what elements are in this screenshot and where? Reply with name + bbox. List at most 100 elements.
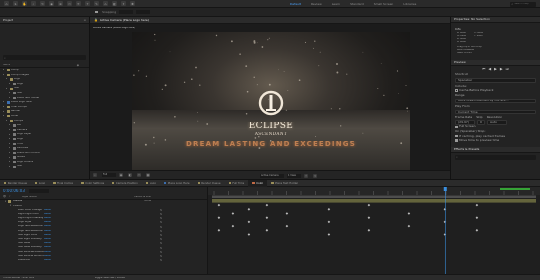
twirl-icon[interactable]: ▸ — [3, 115, 5, 117]
first-frame-icon[interactable]: ⏮ — [482, 67, 485, 71]
reset-link[interactable]: Reset — [44, 230, 64, 233]
workspace-tab-small-screen[interactable]: Small Screen — [369, 3, 399, 6]
timeline-tab[interactable]: Color Settings — [77, 180, 108, 187]
rotate-tool-icon[interactable]: ↻ — [40, 1, 45, 6]
reset-link[interactable]: Reset — [44, 217, 64, 220]
tool-option-field-2[interactable] — [136, 10, 151, 14]
timecode-display[interactable]: 0:00:06:03 — [3, 189, 25, 193]
select-tool-icon[interactable]: ➤ — [13, 1, 18, 6]
keyframe-marker[interactable] — [327, 233, 331, 236]
puppet-tool-icon[interactable]: ✱ — [130, 1, 135, 6]
reset-link[interactable]: Reset — [44, 221, 64, 224]
fx-icon[interactable]: fx — [160, 238, 163, 241]
previous-frame-icon[interactable]: ◀ — [488, 67, 491, 71]
name-column-header[interactable]: Name — [3, 64, 10, 67]
skip-field[interactable]: 0 — [477, 120, 485, 125]
eraser-tool-icon[interactable]: ◧ — [112, 1, 117, 6]
keyframe-marker[interactable] — [231, 224, 235, 228]
keyframe-marker[interactable] — [367, 216, 371, 219]
timeline-tab[interactable]: Place Logo Here — [160, 180, 193, 187]
view-layout-dropdown[interactable]: 1 View — [287, 173, 301, 178]
move-time-checkbox[interactable] — [455, 139, 458, 142]
keyframe-marker[interactable] — [443, 208, 447, 211]
hand-tool-icon[interactable]: ✋ — [22, 1, 27, 6]
project-item[interactable]: ▸ Text — [0, 164, 89, 169]
timeline-tab[interactable]: Final Comps — [49, 180, 77, 187]
range-dropdown[interactable]: Work Area Extended By Current... — [455, 98, 536, 104]
panel-menu-icon[interactable]: ≡ — [83, 18, 86, 22]
snapping-checkbox[interactable] — [95, 10, 98, 14]
fx-icon[interactable]: fx — [160, 226, 163, 229]
reset-link[interactable]: Reset — [44, 255, 64, 258]
timeline-tab[interactable]: Place Text Holder — [267, 180, 302, 187]
layer-search-input[interactable] — [28, 189, 49, 193]
twirl-icon[interactable]: ▸ — [6, 78, 8, 80]
workspace-tab-standard[interactable]: Standard — [345, 3, 369, 6]
stamp-tool-icon[interactable]: ⌂ — [103, 1, 108, 6]
keyframe-marker[interactable] — [407, 212, 411, 215]
keyframe-marker[interactable] — [367, 203, 371, 207]
pen-tool-icon[interactable]: ✒ — [76, 1, 81, 6]
effects-search-input[interactable]: ⌕ — [455, 154, 536, 160]
fx-icon[interactable]: fx — [160, 209, 163, 212]
twirl-icon[interactable]: ▸ — [9, 142, 11, 145]
layer-parent[interactable]: None — [144, 200, 151, 203]
fx-icon[interactable]: fx — [160, 259, 163, 262]
shape-tool-icon[interactable]: ▭ — [67, 1, 72, 6]
reset-link[interactable]: Reset — [44, 259, 64, 262]
reset-link[interactable]: Reset — [44, 234, 64, 237]
twirl-icon[interactable]: ▸ — [3, 69, 5, 71]
reset-link[interactable]: Reset — [44, 209, 64, 212]
fx-icon[interactable]: fx — [160, 255, 163, 258]
keyframe-marker[interactable] — [407, 224, 411, 228]
effect-property-row[interactable]: Distortion Reset fx — [0, 258, 207, 262]
twirl-icon[interactable]: ▸ — [9, 96, 11, 99]
reset-link[interactable]: Reset — [44, 251, 64, 254]
timeline-tab[interactable]: Render Queue — [0, 180, 31, 187]
tool-option-field[interactable] — [119, 10, 134, 14]
timeline-tracks[interactable] — [208, 187, 540, 274]
fx-icon[interactable]: fx — [160, 213, 163, 216]
keyframe-marker[interactable] — [217, 229, 221, 232]
keyframe-marker[interactable] — [443, 233, 447, 236]
lock-icon[interactable]: 🔒 — [94, 18, 98, 22]
twirl-icon[interactable]: ▸ — [3, 110, 5, 113]
twirl-icon[interactable]: ▸ — [9, 124, 11, 126]
keyframe-marker[interactable] — [231, 212, 235, 215]
transparency-grid-icon[interactable]: ▦ — [146, 173, 150, 177]
keyframe-marker[interactable] — [327, 220, 331, 224]
keyframe-marker[interactable] — [285, 212, 289, 215]
keyframe-marker[interactable] — [265, 216, 269, 219]
keyframe-marker[interactable] — [475, 229, 479, 232]
roto-tool-icon[interactable]: ✦ — [121, 1, 126, 6]
twirl-icon[interactable]: ▸ — [9, 138, 11, 140]
snapshot-icon[interactable]: ◉ — [119, 173, 123, 177]
timeline-tab[interactable]: Full Time — [225, 180, 249, 187]
workspace-tab-learn[interactable]: Learn — [327, 3, 345, 6]
reset-link[interactable]: Reset — [44, 225, 64, 228]
viewer-tab-label[interactable]: Active Camera (Place Logo here) — [100, 19, 149, 22]
timeline-tab[interactable]: Color — [248, 179, 268, 187]
twirl-icon[interactable]: ▸ — [9, 128, 11, 131]
fx-icon[interactable]: fx — [160, 242, 163, 245]
keyframe-marker[interactable] — [247, 220, 251, 224]
twirl-icon[interactable]: ▸ — [9, 151, 11, 154]
region-of-interest-icon[interactable]: ▭ — [137, 173, 141, 177]
keyframe-marker[interactable] — [265, 229, 269, 232]
cache-before-playback-checkbox[interactable] — [455, 89, 458, 93]
camera-tool-icon[interactable]: ◉ — [49, 1, 54, 6]
fx-icon[interactable]: fx — [160, 221, 163, 224]
cache-frames-checkbox[interactable] — [455, 134, 458, 138]
expand-icon[interactable]: ▾ — [10, 204, 11, 207]
keyframe-marker[interactable] — [285, 224, 289, 228]
resolution-dropdown[interactable]: Full — [102, 173, 116, 177]
twirl-icon[interactable]: ▸ — [9, 133, 11, 136]
toggle-switches-label[interactable]: Toggle Switches / Modes — [94, 277, 125, 280]
keyframe-marker[interactable] — [265, 203, 269, 207]
keyframe-marker[interactable] — [247, 208, 251, 211]
play-icon[interactable]: ▶ — [494, 67, 497, 71]
shortcut-dropdown[interactable]: Spacebar — [455, 78, 536, 83]
exposure-icon[interactable]: ☼ — [313, 173, 317, 178]
fx-icon[interactable]: fx — [160, 247, 163, 250]
label-column-icon[interactable]: ◆ — [77, 63, 79, 67]
